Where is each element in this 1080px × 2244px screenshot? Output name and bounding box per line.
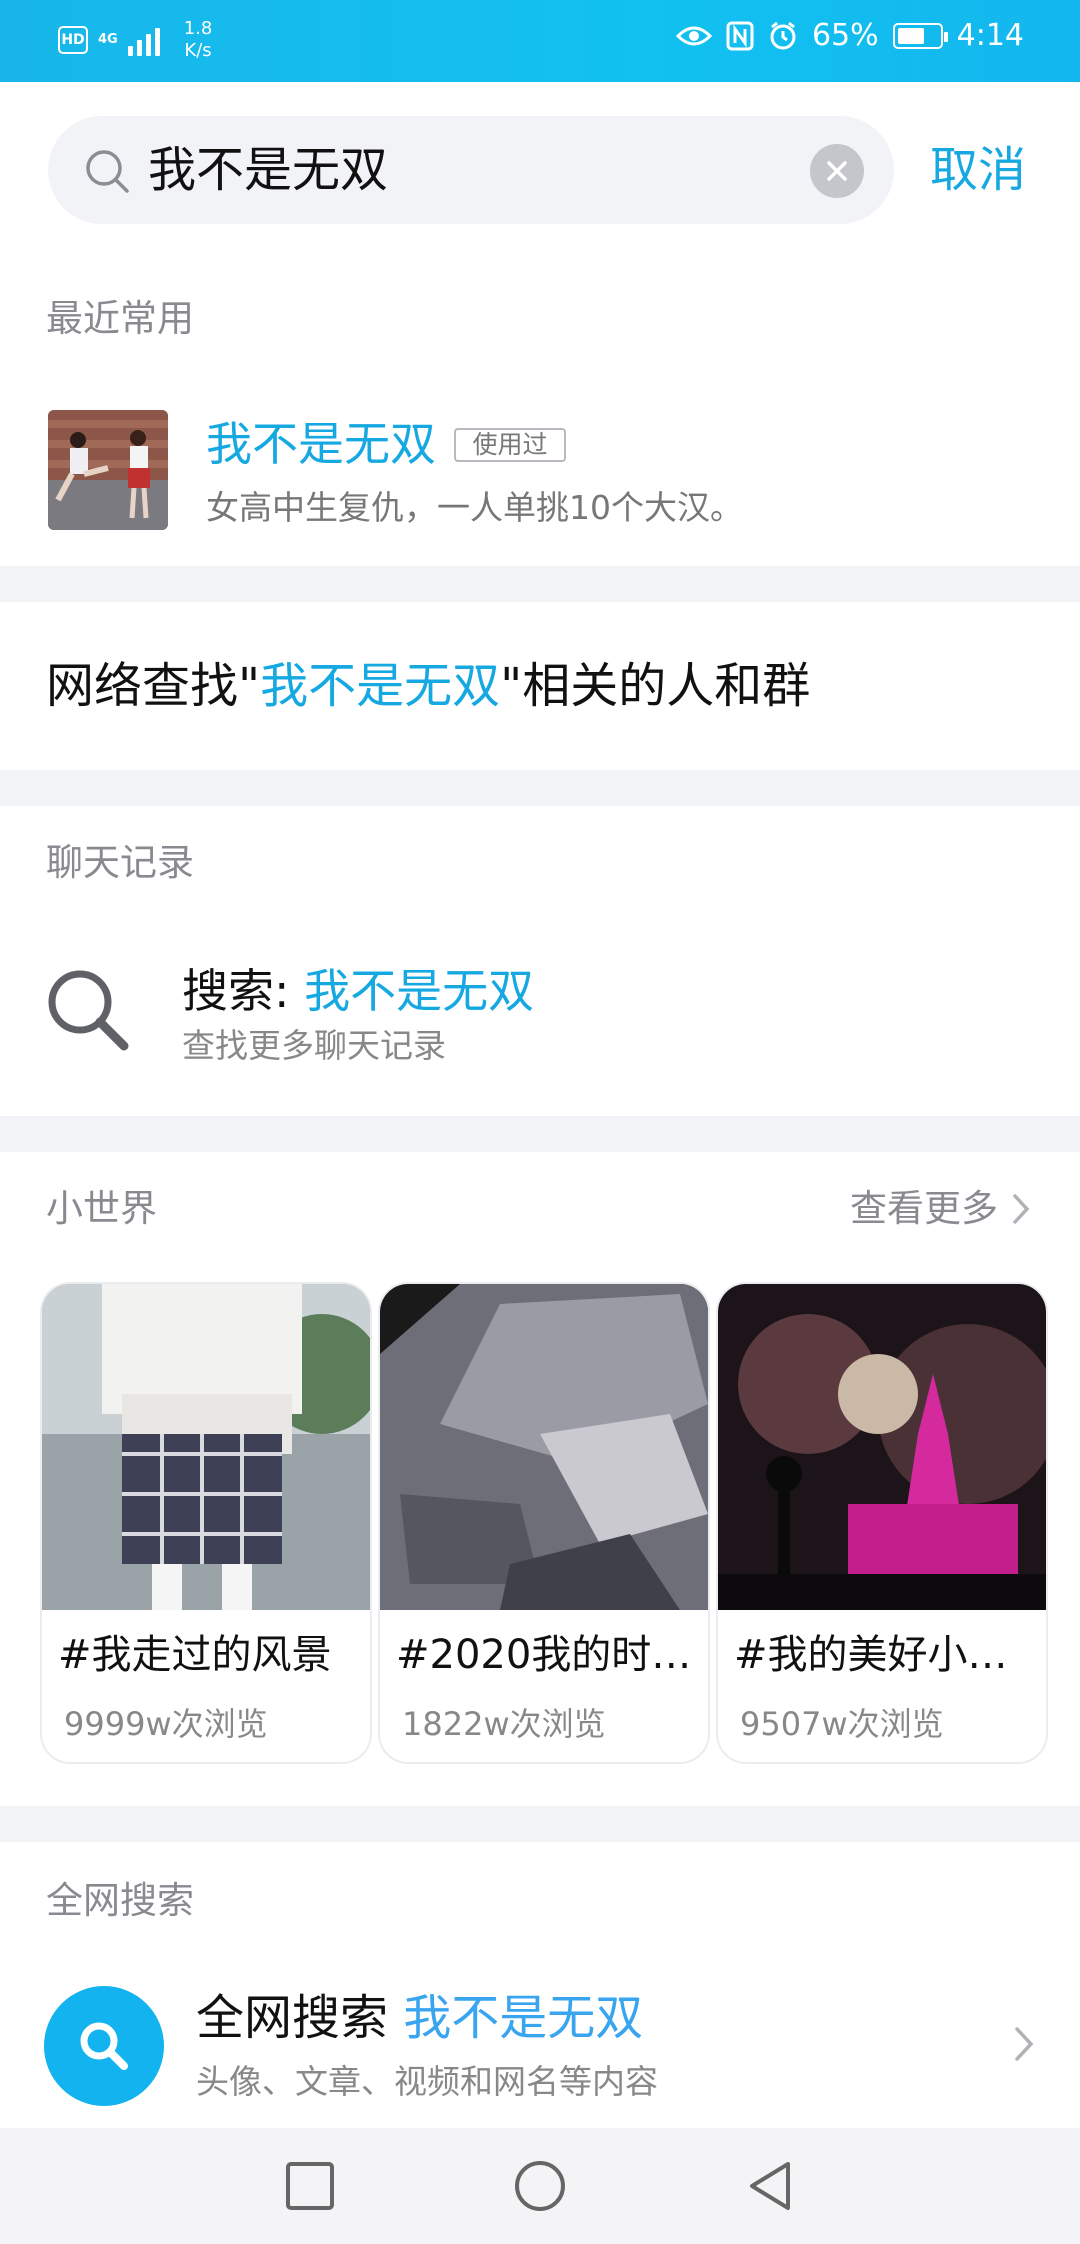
card-views: 9507w次浏览: [740, 1705, 944, 1743]
recent-thumbnail[interactable]: [48, 410, 168, 530]
recent-apps-button[interactable]: [282, 2158, 338, 2214]
hd-badge: HD: [58, 26, 88, 54]
network-type: 4G: [98, 32, 118, 47]
small-world-card[interactable]: #我走过的风景 9999w次浏览: [42, 1284, 370, 1762]
system-navigation-bar: [0, 2128, 1080, 2244]
chevron-right-icon[interactable]: [1014, 2026, 1034, 2062]
divider: [0, 1806, 1080, 1842]
status-bar: HD 4G 1.8 K/s 65% 4:14: [0, 0, 1080, 82]
small-world-card[interactable]: #2020我的时… 1822w次浏览: [380, 1284, 708, 1762]
signal-icon: [127, 24, 160, 56]
recent-item-description: 女高中生复仇，一人单挑10个大汉。: [206, 488, 743, 527]
small-world-section-label: 小世界: [46, 1187, 157, 1230]
small-world-card[interactable]: #我的美好小… 9507w次浏览: [718, 1284, 1046, 1762]
clock: 4:14: [956, 18, 1024, 53]
close-icon: [827, 161, 847, 181]
web-search-item[interactable]: 全网搜索 我不是无双: [196, 1988, 643, 2048]
chat-history-section-label: 聊天记录: [46, 841, 194, 884]
card-title: #我走过的风景: [58, 1632, 332, 1678]
view-more-link[interactable]: 查看更多: [850, 1186, 1030, 1232]
card-views: 1822w次浏览: [402, 1705, 606, 1743]
web-search-section-label: 全网搜索: [46, 1879, 194, 1922]
web-search-icon-button[interactable]: [44, 1986, 164, 2106]
card-title: #2020我的时…: [396, 1632, 692, 1678]
network-find-people-groups[interactable]: 网络查找"我不是无双"相关的人和群: [46, 656, 810, 716]
network-find-keyword: 我不是无双: [260, 658, 501, 714]
clear-search-button[interactable]: [810, 144, 864, 198]
card-image: [42, 1284, 370, 1610]
search-box[interactable]: 我不是无双: [48, 116, 894, 224]
game-cover-image: [48, 410, 168, 530]
chevron-right-icon: [1013, 1194, 1030, 1224]
divider: [0, 1116, 1080, 1152]
search-chat-icon: [48, 970, 129, 1051]
used-badge: 使用过: [454, 428, 566, 462]
cancel-button[interactable]: 取消: [930, 140, 1026, 200]
battery-level: [897, 27, 924, 44]
eye-icon: [675, 26, 712, 45]
recent-section-label: 最近常用: [46, 297, 194, 340]
search-icon: [86, 150, 129, 193]
chat-history-subtitle: 查找更多聊天记录: [182, 1026, 446, 1065]
network-speed: 1.8 K/s: [183, 18, 213, 61]
battery-icon: [892, 22, 948, 49]
card-title: #我的美好小…: [734, 1632, 1008, 1678]
search-icon: [80, 2022, 128, 2070]
status-left: HD 4G 1.8 K/s: [58, 18, 212, 62]
alarm-icon: [770, 21, 796, 49]
home-button[interactable]: [512, 2158, 568, 2214]
divider: [0, 566, 1080, 602]
card-views: 9999w次浏览: [64, 1705, 268, 1743]
divider: [0, 770, 1080, 806]
nfc-icon: [726, 21, 754, 50]
card-image: [718, 1284, 1046, 1610]
battery-percent: 65%: [811, 18, 879, 53]
recent-item-title[interactable]: 我不是无双: [206, 416, 436, 472]
back-button[interactable]: [742, 2158, 798, 2214]
status-right: 65% 4:14: [675, 18, 1024, 53]
card-image: [380, 1284, 708, 1610]
search-input[interactable]: 我不是无双: [148, 141, 388, 199]
search-chat-history-item[interactable]: 搜索: 我不是无双: [182, 962, 534, 1020]
web-search-subtitle: 头像、文章、视频和网名等内容: [196, 2062, 658, 2101]
